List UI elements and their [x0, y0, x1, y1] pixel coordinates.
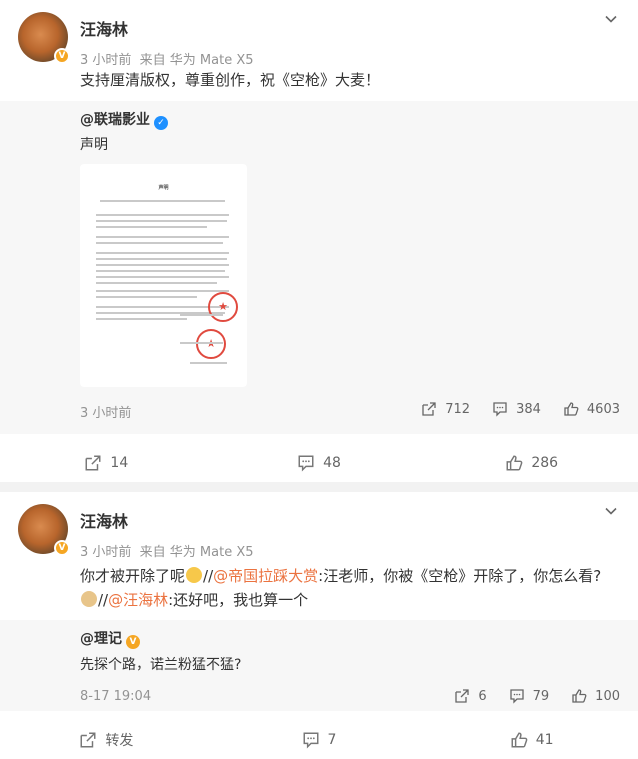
- repost-count-button[interactable]: 712: [421, 401, 470, 417]
- verified-badge-icon: V: [54, 48, 70, 64]
- post-meta: 3 小时前 来自 华为 Mate X5: [80, 541, 254, 560]
- repost-count: 712: [445, 401, 471, 417]
- comment-icon: [509, 689, 524, 704]
- comment-count: 79: [532, 688, 550, 704]
- share-icon: [422, 402, 436, 416]
- repost-label: 转发: [105, 733, 134, 749]
- repost-stats: 712 384 4603: [399, 401, 620, 417]
- mention-link[interactable]: @帝国拉踩大赏: [213, 567, 318, 585]
- post-divider: [0, 482, 638, 492]
- statement-image[interactable]: 声明 ★ ★: [80, 164, 247, 387]
- comment-button[interactable]: 7: [213, 726, 426, 754]
- comment-icon: [493, 402, 507, 417]
- repost-author[interactable]: @联瑞影业 ✓: [80, 109, 168, 130]
- avatar[interactable]: V: [18, 12, 70, 64]
- doge-emoji-icon: [81, 591, 97, 607]
- verified-badge-icon: ✓: [154, 116, 168, 130]
- doc-title: 声明: [158, 185, 169, 191]
- post-text: 你才被开除了呢//@帝国拉踩大赏:汪老师，你被《空枪》开除了，你怎么看? //@…: [80, 564, 618, 612]
- repost-stats: 6 79 100: [432, 688, 620, 704]
- verified-badge-icon: V: [126, 635, 140, 649]
- like-count-button[interactable]: 100: [571, 688, 620, 704]
- repost-count-button[interactable]: 6: [454, 688, 487, 704]
- chevron-down-icon[interactable]: [604, 12, 618, 26]
- chevron-down-icon[interactable]: [604, 504, 618, 518]
- repost-separator: //: [203, 567, 214, 585]
- author-name[interactable]: 汪海林: [80, 508, 254, 532]
- post-text-segment: :汪老师，你被《空枪》开除了，你怎么看?: [318, 567, 602, 585]
- share-icon: [80, 732, 96, 748]
- post-source: 来自 华为 Mate X5: [139, 545, 254, 560]
- comment-count: 384: [516, 401, 541, 417]
- repost-time: 8-17 19:04: [80, 689, 152, 704]
- weibo-post: V 汪海林 3 小时前 来自 华为 Mate X5 支持厘清版权，尊重创作，祝《…: [0, 0, 638, 482]
- comment-count-button[interactable]: 79: [509, 688, 550, 704]
- comment-count: 48: [323, 455, 341, 471]
- thumbs-up-icon: [511, 732, 528, 748]
- repost-count: 6: [478, 688, 487, 704]
- repost-text: 声明: [80, 137, 108, 153]
- post-meta: 3 小时前 来自 华为 Mate X5: [80, 49, 254, 68]
- like-count-button[interactable]: 4603: [563, 401, 620, 417]
- thumbs-up-icon: [564, 402, 579, 416]
- avatar[interactable]: V: [18, 504, 70, 556]
- comment-count-button[interactable]: 384: [492, 401, 541, 417]
- post-text-segment: :还好吧，我也算一个: [168, 591, 309, 609]
- post-actions: 14 48 286: [0, 449, 638, 477]
- share-icon: [455, 689, 469, 703]
- comment-count: 7: [327, 732, 337, 748]
- post-header: V 汪海林 3 小时前 来自 华为 Mate X5: [18, 12, 254, 68]
- share-icon: [85, 455, 101, 471]
- like-count: 41: [535, 732, 554, 748]
- repost-card[interactable]: @理记 V 先探个路，诺兰粉猛不猛? 8-17 19:04 6 79 100: [0, 620, 638, 711]
- repost-button[interactable]: 14: [0, 449, 213, 477]
- like-count: 100: [595, 688, 620, 704]
- post-header: V 汪海林 3 小时前 来自 华为 Mate X5: [18, 504, 254, 560]
- mention-link[interactable]: @汪海林: [108, 591, 168, 609]
- repost-time: 3 小时前: [80, 406, 132, 421]
- like-count: 4603: [586, 401, 620, 417]
- seal-stamp-icon: ★: [208, 292, 238, 322]
- repost-author[interactable]: @理记 V: [80, 628, 140, 649]
- post-text-segment: 你才被开除了呢: [80, 567, 186, 585]
- comment-icon: [303, 732, 319, 749]
- repost-card[interactable]: @联瑞影业 ✓ 声明 声明 ★ ★ 3 小时前 712 384 4603: [0, 101, 638, 434]
- comment-icon: [298, 455, 314, 472]
- post-time[interactable]: 3 小时前: [80, 53, 131, 68]
- like-count: 286: [531, 455, 559, 471]
- post-text: 支持厘清版权，尊重创作，祝《空枪》大麦！: [80, 71, 381, 89]
- repost-count: 14: [110, 455, 129, 471]
- comment-button[interactable]: 48: [213, 449, 426, 477]
- thumbs-up-icon: [572, 689, 587, 703]
- verified-badge-icon: V: [54, 540, 70, 556]
- like-button[interactable]: 41: [425, 726, 638, 754]
- repost-separator: //: [98, 591, 109, 609]
- post-actions: 转发 7 41: [0, 726, 638, 754]
- thumbs-up-icon: [506, 455, 523, 471]
- like-button[interactable]: 286: [425, 449, 638, 477]
- repost-text: 先探个路，诺兰粉猛不猛?: [80, 657, 242, 673]
- repost-author-label[interactable]: @理记: [80, 631, 122, 647]
- repost-author-label[interactable]: @联瑞影业: [80, 112, 150, 128]
- weibo-post: V 汪海林 3 小时前 来自 华为 Mate X5 你才被开除了呢//@帝国拉踩…: [0, 492, 638, 759]
- post-time[interactable]: 3 小时前: [80, 545, 131, 560]
- post-source: 来自 华为 Mate X5: [139, 53, 254, 68]
- author-name[interactable]: 汪海林: [80, 16, 254, 40]
- repost-button[interactable]: 转发: [0, 726, 213, 754]
- laughing-emoji-icon: [186, 567, 203, 583]
- seal-stamp-icon: ★: [196, 329, 226, 359]
